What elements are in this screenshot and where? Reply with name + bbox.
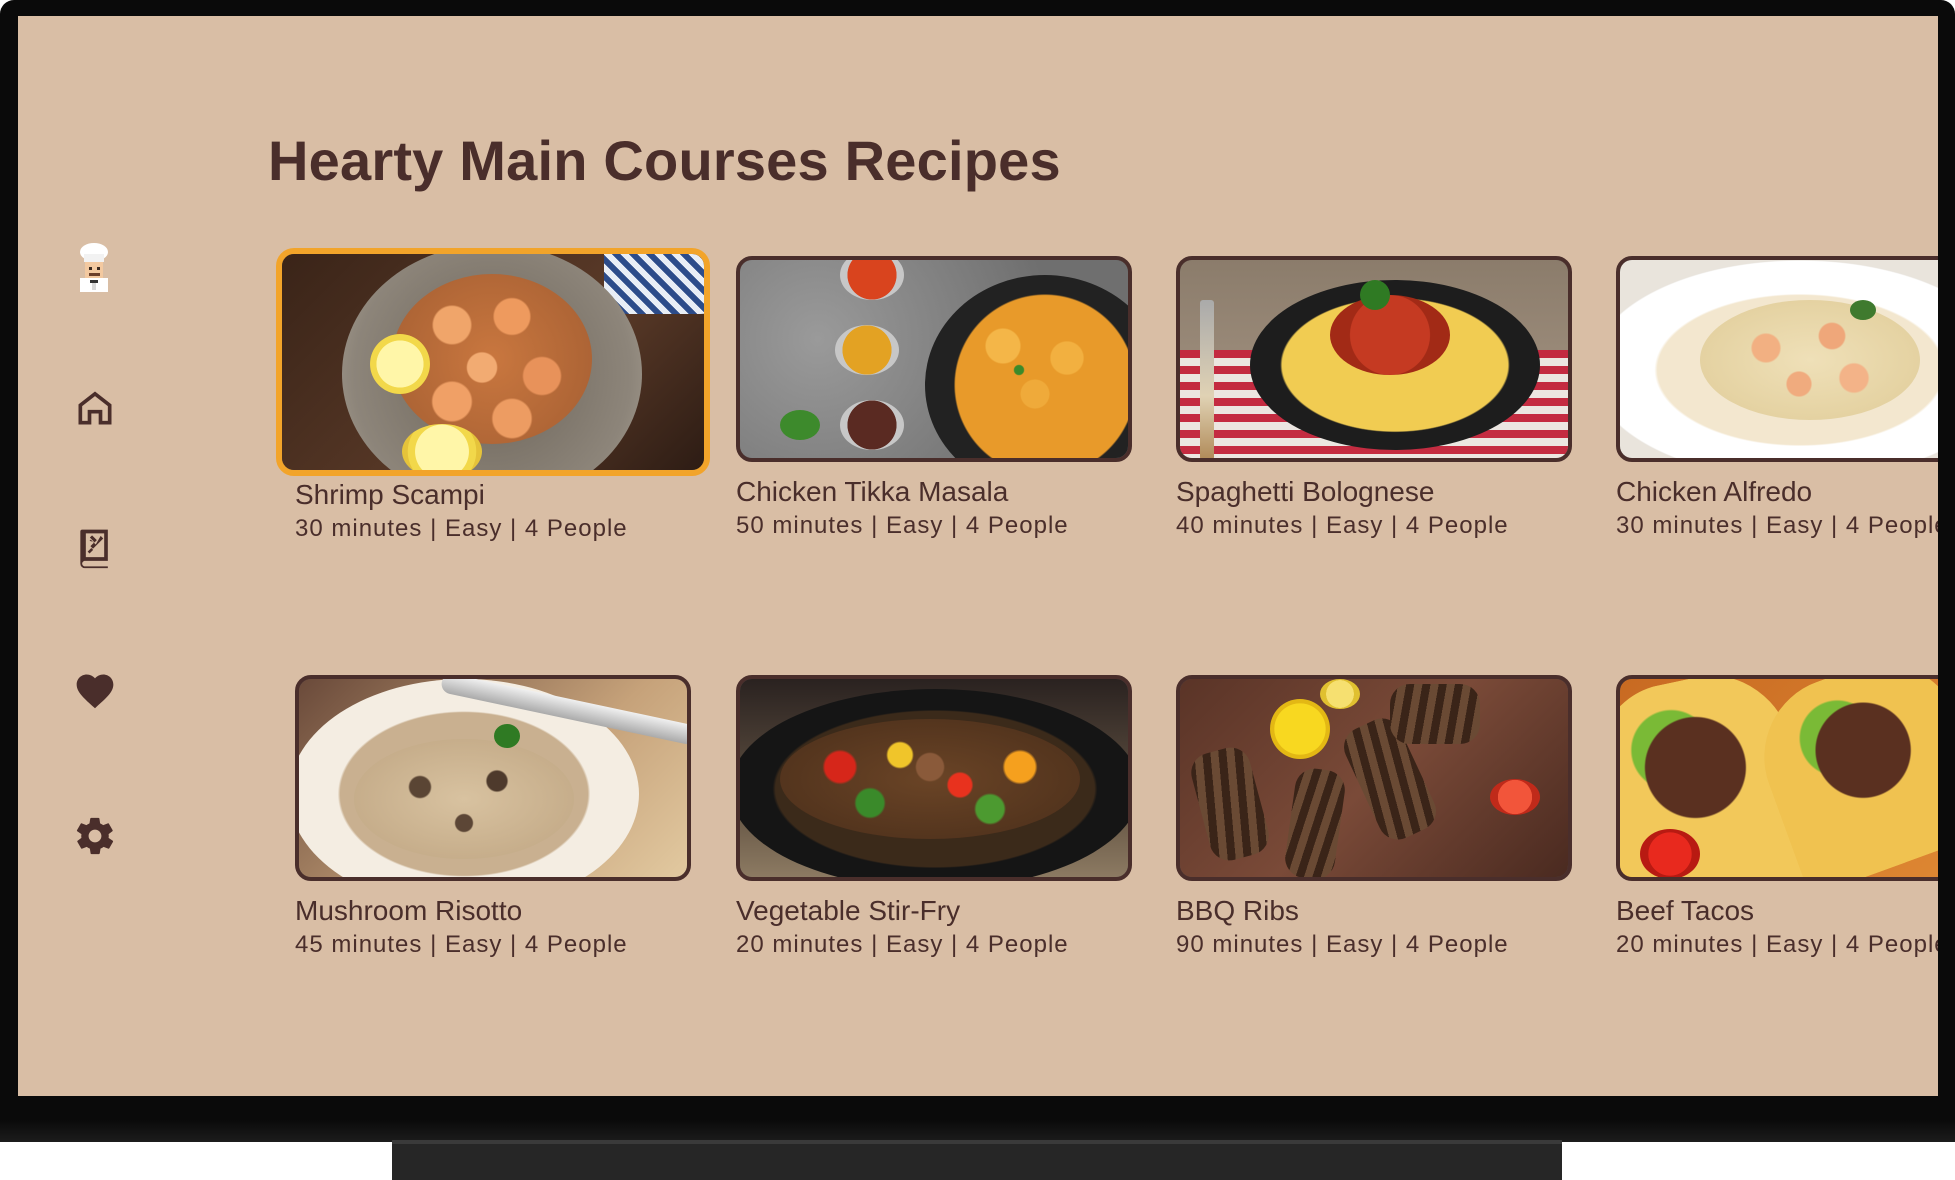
- recipe-image: [1616, 675, 1938, 881]
- recipe-name: Chicken Alfredo: [1616, 476, 1813, 507]
- heart-icon[interactable]: [70, 666, 120, 716]
- recipe-book-icon[interactable]: [70, 523, 120, 573]
- recipe-meta: 90 minutes | Easy | 4 People: [1176, 931, 1509, 958]
- recipe-card-beef-tacos[interactable]: Beef Tacos 20 minutes | Easy | 4 People: [1616, 675, 1938, 959]
- sidebar: [18, 16, 158, 1096]
- recipe-image: [295, 675, 691, 881]
- recipe-meta: 30 minutes | Easy | 4 People: [295, 515, 628, 542]
- recipe-image: [1616, 256, 1938, 462]
- recipe-image: [736, 675, 1132, 881]
- gear-icon[interactable]: [70, 811, 120, 861]
- recipe-meta: 30 minutes | Easy | 4 People: [1616, 512, 1938, 539]
- recipe-card-bbq-ribs[interactable]: BBQ Ribs 90 minutes | Easy | 4 People: [1176, 675, 1572, 959]
- recipe-card-mushroom-risotto[interactable]: Mushroom Risotto 45 minutes | Easy | 4 P…: [295, 675, 691, 959]
- recipe-image: [736, 256, 1132, 462]
- recipe-name: Mushroom Risotto: [295, 895, 523, 926]
- tv-stand: [392, 1140, 1562, 1180]
- recipe-card-shrimp-scampi[interactable]: Shrimp Scampi 30 minutes | Easy | 4 Peop…: [276, 248, 710, 543]
- recipe-name: Vegetable Stir-Fry: [736, 895, 961, 926]
- recipe-card-spaghetti-bolognese[interactable]: Spaghetti Bolognese 40 minutes | Easy | …: [1176, 256, 1572, 540]
- recipe-name: Beef Tacos: [1616, 895, 1755, 926]
- recipe-name: Chicken Tikka Masala: [736, 476, 1009, 507]
- recipe-meta: 40 minutes | Easy | 4 People: [1176, 512, 1509, 539]
- recipe-meta: 45 minutes | Easy | 4 People: [295, 931, 628, 958]
- recipe-meta: 20 minutes | Easy | 4 People: [736, 931, 1069, 958]
- recipe-image: [1176, 256, 1572, 462]
- recipe-meta: 20 minutes | Easy | 4 People: [1616, 931, 1938, 958]
- recipe-image: [1176, 675, 1572, 881]
- recipe-card-vegetable-stir-fry[interactable]: Vegetable Stir-Fry 20 minutes | Easy | 4…: [736, 675, 1132, 959]
- tv-bezel-bottom: [0, 1120, 1955, 1142]
- recipe-card-chicken-tikka-masala[interactable]: Chicken Tikka Masala 50 minutes | Easy |…: [736, 256, 1132, 540]
- recipe-name: BBQ Ribs: [1176, 895, 1299, 926]
- recipe-name: Spaghetti Bolognese: [1176, 476, 1435, 507]
- tv-screen: Hearty Main Courses Recipes Shrimp Scamp…: [18, 16, 1938, 1096]
- page-title: Hearty Main Courses Recipes: [268, 129, 1061, 192]
- chef-avatar-icon[interactable]: [66, 240, 122, 296]
- recipe-card-chicken-alfredo[interactable]: Chicken Alfredo 30 minutes | Easy | 4 Pe…: [1616, 256, 1938, 540]
- recipe-image: [276, 248, 710, 476]
- recipe-name: Shrimp Scampi: [295, 479, 485, 510]
- home-icon[interactable]: [70, 383, 120, 433]
- recipe-meta: 50 minutes | Easy | 4 People: [736, 512, 1069, 539]
